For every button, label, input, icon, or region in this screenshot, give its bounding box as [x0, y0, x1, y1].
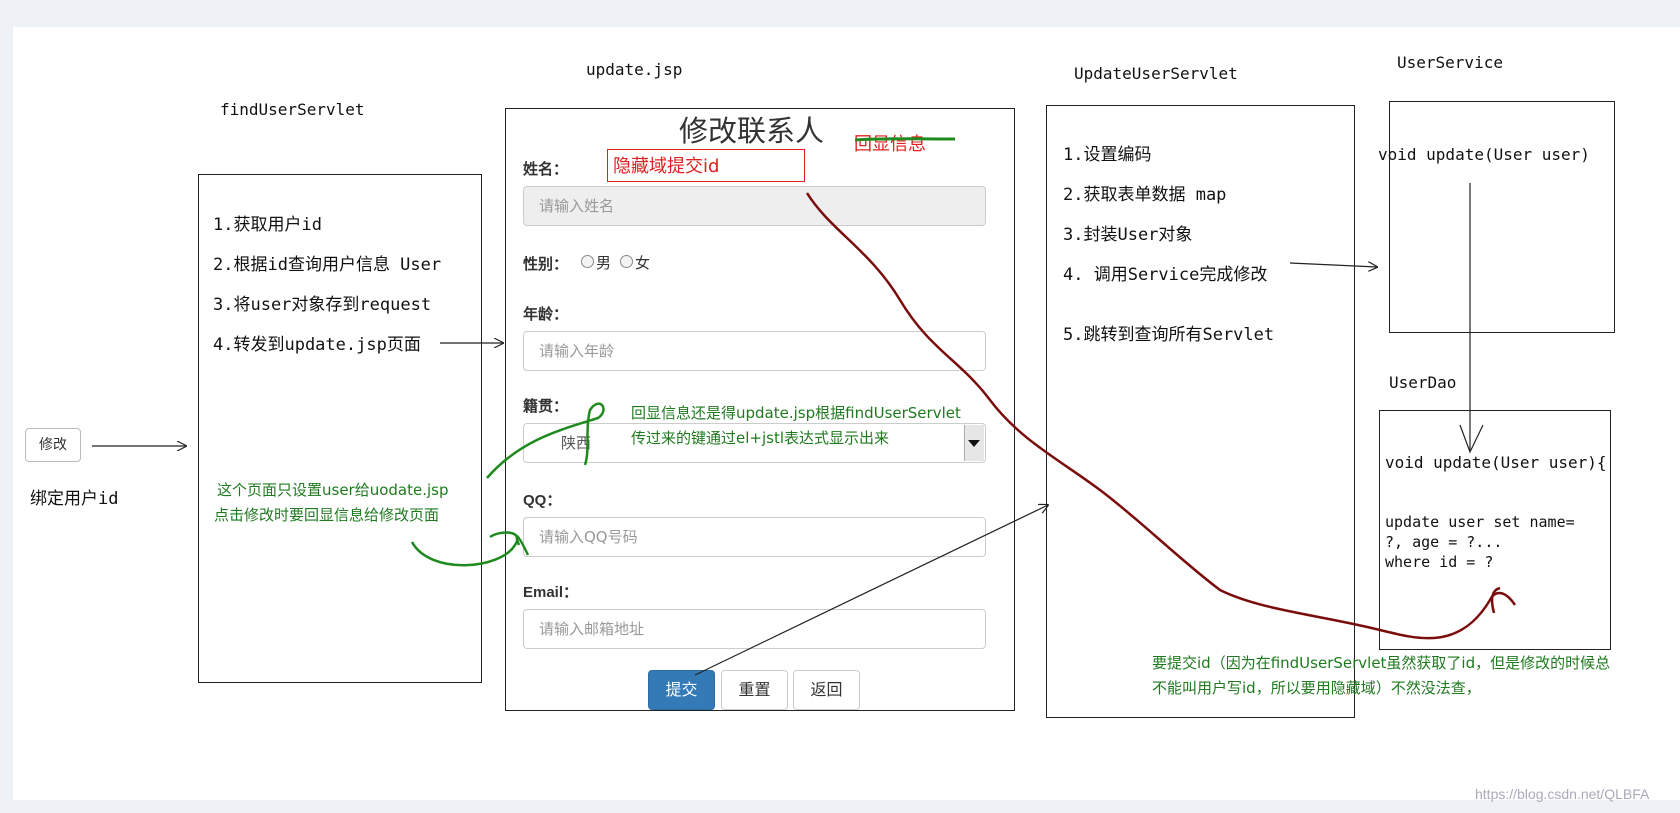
- echo-note-line-2: 传过来的键通过el+jstl表达式显示出来: [631, 429, 889, 447]
- reset-button[interactable]: 重置: [721, 670, 788, 710]
- update-jsp-title: update.jsp: [586, 60, 683, 79]
- email-input[interactable]: 请输入邮箱地址: [523, 609, 986, 649]
- bottom-note-line-2: 不能叫用户写id，所以要用隐藏域）不然没法查，: [1152, 679, 1481, 697]
- gender-female-label: 女: [635, 254, 651, 272]
- find-step-4: 4.转发到update.jsp页面: [213, 335, 421, 355]
- name-label: 姓名：: [523, 161, 569, 178]
- watermark: https://blog.csdn.net/QLBFA: [1475, 786, 1650, 802]
- find-note-line-2: 点击修改时要回显信息给修改页面: [214, 506, 440, 524]
- update-step-4: 4. 调用Service完成修改: [1063, 265, 1268, 285]
- find-step-3: 3.将user对象存到request: [213, 295, 432, 315]
- user-dao-sql-line-1: update user set name=: [1385, 513, 1575, 531]
- find-note-line-1: 这个页面只设置user给uodate.jsp: [217, 481, 449, 499]
- user-service-method: void update(User user): [1378, 145, 1590, 164]
- gender-female-radio[interactable]: [620, 255, 633, 268]
- echo-info-label: 回显信息: [854, 134, 926, 155]
- chevron-down-icon: [968, 440, 980, 447]
- age-input[interactable]: 请输入年龄: [523, 331, 986, 371]
- user-dao-title: UserDao: [1389, 373, 1457, 392]
- form-heading: 修改联系人: [679, 114, 825, 148]
- echo-note-line-1: 回显信息还是得update.jsp根据findUserServlet: [631, 404, 961, 422]
- back-button[interactable]: 返回: [793, 670, 860, 710]
- modify-button[interactable]: 修改: [25, 428, 81, 462]
- hidden-field-note-text: 隐藏域提交id: [613, 156, 720, 177]
- find-step-1: 1.获取用户id: [213, 215, 322, 235]
- user-dao-sql-line-3: where id = ?: [1385, 553, 1494, 571]
- name-input[interactable]: 请输入姓名: [523, 186, 986, 226]
- find-servlet-title: findUserServlet: [220, 100, 365, 119]
- find-step-2: 2.根据id查询用户信息 User: [213, 255, 442, 275]
- user-dao-sql-line-2: ?, age = ?...: [1385, 533, 1503, 551]
- qq-input[interactable]: 请输入QQ号码: [523, 517, 986, 557]
- submit-button[interactable]: 提交: [648, 670, 715, 710]
- user-service-title: UserService: [1397, 53, 1503, 72]
- update-step-1: 1.设置编码: [1063, 145, 1152, 165]
- bind-user-id-label: 绑定用户id: [30, 489, 119, 509]
- user-service-box: [1389, 101, 1615, 333]
- user-dao-method: void update(User user){: [1385, 453, 1607, 472]
- age-label: 年龄：: [523, 306, 569, 323]
- bottom-note-line-1: 要提交id（因为在findUserServlet虽然获取了id，但是修改的时候总: [1152, 654, 1611, 672]
- update-step-5: 5.跳转到查询所有Servlet: [1063, 325, 1275, 345]
- qq-label: QQ：: [523, 492, 562, 509]
- update-step-2: 2.获取表单数据 map: [1063, 185, 1227, 205]
- native-place-value: 陕西: [561, 434, 592, 452]
- gender-male-label: 男: [596, 254, 612, 272]
- gender-male-radio[interactable]: [581, 255, 594, 268]
- update-step-3: 3.封装User对象: [1063, 225, 1193, 245]
- update-servlet-title: UpdateUserServlet: [1074, 64, 1238, 83]
- email-label: Email：: [523, 584, 579, 601]
- gender-label: 性别：: [523, 256, 569, 273]
- native-place-label: 籍贯：: [523, 398, 569, 415]
